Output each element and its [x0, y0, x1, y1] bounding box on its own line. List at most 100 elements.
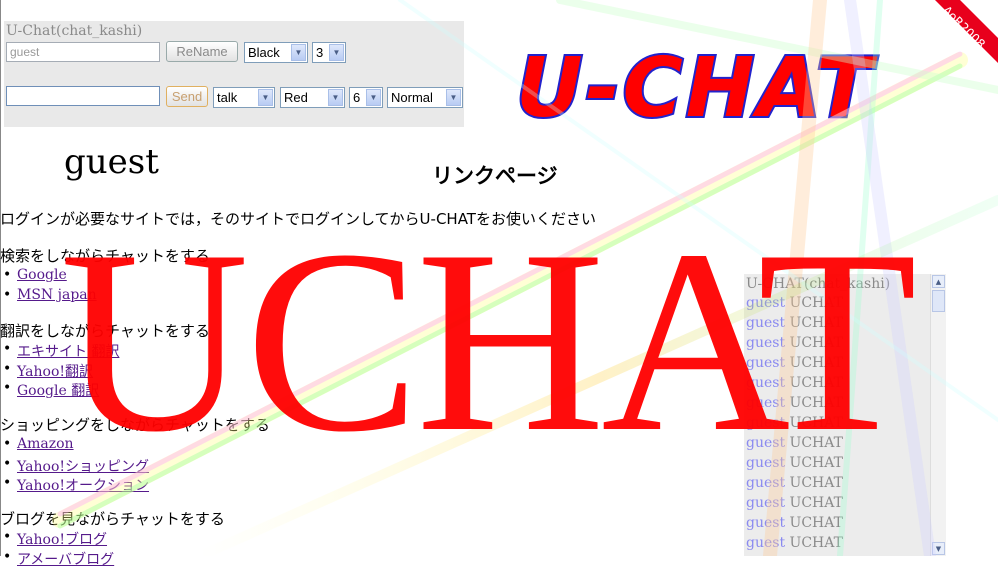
send-button[interactable]: Send [166, 86, 208, 107]
page-title: リンクページ [432, 164, 558, 188]
chevron-down-icon: ▼ [366, 89, 381, 106]
chevron-down-icon: ▼ [329, 44, 344, 61]
chat-log-message: UCHAT [789, 435, 843, 451]
message-color-select[interactable]: Red ▼ [280, 87, 345, 108]
name-input[interactable] [6, 42, 160, 62]
chat-log-user: guest [746, 335, 786, 351]
section-heading-blog: ブログを見ながらチャットをする [0, 510, 225, 528]
link-list-shopping: Amazon Yahoo!ショッピング Yahoo!オークション [0, 436, 149, 495]
link-list-blog: Yahoo!ブログ アメーバブログ [0, 529, 114, 568]
chat-log-message: UCHAT [789, 415, 843, 431]
chat-log-user: guest [746, 495, 786, 511]
style-select[interactable]: Normal ▼ [387, 87, 463, 108]
list-item: Yahoo!オークション [0, 475, 149, 495]
chat-log-list: guest UCHAT guest UCHAT guest UCHAT guest U… [746, 294, 843, 554]
chat-log-user: guest [746, 475, 786, 491]
name-size-value: 3 [316, 45, 324, 60]
chat-log-line: guest UCHAT [746, 374, 843, 394]
chat-log-message: UCHAT [789, 475, 843, 491]
chat-log-message: UCHAT [789, 495, 843, 511]
chevron-down-icon: ▼ [291, 44, 306, 61]
chat-log-message: UCHAT [789, 395, 843, 411]
chevron-down-icon: ▼ [258, 89, 273, 106]
chat-log-user: guest [746, 455, 786, 471]
scroll-down-icon[interactable]: ▼ [932, 542, 945, 555]
list-item: Google 翻訳 [0, 380, 119, 400]
chat-log-user: guest [746, 295, 786, 311]
chat-log-user: guest [746, 535, 786, 551]
chat-log-user: guest [746, 395, 786, 411]
chat-log-line: guest UCHAT [746, 314, 843, 334]
chevron-down-icon: ▼ [446, 89, 461, 106]
name-color-select[interactable]: Black ▼ [244, 42, 308, 63]
list-item: Amazon [0, 436, 149, 456]
chat-log-message: UCHAT [789, 315, 843, 331]
message-size-value: 6 [353, 90, 361, 105]
chat-log-line: guest UCHAT [746, 494, 843, 514]
panel-title: U-Chat(chat_kashi) [6, 23, 143, 39]
login-notice: ログインが必要なサイトでは，そのサイトでログインしてからU-CHATをお使いくだ… [0, 210, 596, 228]
chat-log-message: UCHAT [789, 515, 843, 531]
chat-log-user: guest [746, 415, 786, 431]
u-chat-logo: U-CHAT [514, 39, 878, 130]
message-input[interactable] [6, 86, 160, 106]
chat-log-message: UCHAT [789, 335, 843, 351]
link-ameba-blog[interactable]: アメーバブログ [17, 552, 114, 568]
chat-log-scrollbar[interactable]: ▲ ▼ [930, 274, 946, 556]
chat-control-panel: U-Chat(chat_kashi) ReName Black ▼ 3 ▼ Se… [4, 21, 464, 127]
rename-button[interactable]: ReName [166, 41, 238, 62]
name-size-select[interactable]: 3 ▼ [312, 42, 346, 63]
chat-log-message: UCHAT [789, 295, 843, 311]
message-color-value: Red [284, 90, 308, 105]
chevron-down-icon: ▼ [328, 89, 343, 106]
link-yahoo-blog[interactable]: Yahoo!ブログ [17, 532, 107, 548]
link-msn-japan[interactable]: MSN japan [17, 287, 97, 303]
chat-log-line: guest UCHAT [746, 434, 843, 454]
chat-log-line: guest UCHAT [746, 334, 843, 354]
scroll-up-icon[interactable]: ▲ [932, 275, 945, 288]
chat-log-user: guest [746, 355, 786, 371]
link-list-translate: エキサイト 翻訳 Yahoo!翻訳 Google 翻訳 [0, 341, 119, 400]
list-item: エキサイト 翻訳 [0, 341, 119, 361]
chat-log-user: guest [746, 515, 786, 531]
list-item: Yahoo!ブログ [0, 529, 114, 549]
chat-log-message: UCHAT [789, 535, 843, 551]
chat-log-panel[interactable]: U-CHAT(chat_kashi) guest UCHAT guest UCHA… [744, 274, 946, 556]
link-yahoo-auction[interactable]: Yahoo!オークション [17, 478, 149, 494]
chat-log-user: guest [746, 375, 786, 391]
logo-text: U-CHAT [516, 41, 878, 130]
corner-ribbon: AoR2008 [915, 0, 998, 83]
chat-log-line: guest UCHAT [746, 414, 843, 434]
style-value: Normal [391, 90, 433, 105]
name-color-value: Black [248, 45, 280, 60]
list-item: MSN japan [0, 287, 97, 307]
link-google-translate[interactable]: Google 翻訳 [17, 383, 99, 399]
chat-log-line: guest UCHAT [746, 454, 843, 474]
link-excite-translate[interactable]: エキサイト 翻訳 [17, 344, 119, 360]
list-item: Yahoo!ショッピング [0, 456, 149, 476]
chat-log-message: UCHAT [789, 455, 843, 471]
list-item: Google [0, 267, 97, 287]
link-list-search: Google MSN japan [0, 267, 97, 306]
mode-select[interactable]: talk ▼ [213, 87, 275, 108]
link-yahoo-shopping[interactable]: Yahoo!ショッピング [17, 459, 149, 475]
chat-log-message: UCHAT [789, 355, 843, 371]
chat-log-user: guest [746, 435, 786, 451]
list-item: Yahoo!翻訳 [0, 361, 119, 381]
link-amazon[interactable]: Amazon [17, 436, 74, 452]
list-item: アメーバブログ [0, 549, 114, 569]
chat-log-line: guest UCHAT [746, 354, 843, 374]
chat-log-line: guest UCHAT [746, 534, 843, 554]
mode-value: talk [217, 90, 238, 105]
section-heading-shopping: ショッピングをしながらチャットをする [0, 416, 270, 434]
chat-log-user: guest [746, 315, 786, 331]
user-name: guest [64, 142, 159, 182]
chat-log-line: guest UCHAT [746, 394, 843, 414]
section-heading-translate: 翻訳をしながらチャットをする [0, 322, 210, 340]
link-yahoo-translate[interactable]: Yahoo!翻訳 [17, 364, 93, 380]
link-google[interactable]: Google [17, 267, 67, 283]
chat-log-line: guest UCHAT [746, 514, 843, 534]
chat-log-line: guest UCHAT [746, 294, 843, 314]
message-size-select[interactable]: 6 ▼ [349, 87, 383, 108]
scroll-thumb[interactable] [932, 290, 945, 312]
